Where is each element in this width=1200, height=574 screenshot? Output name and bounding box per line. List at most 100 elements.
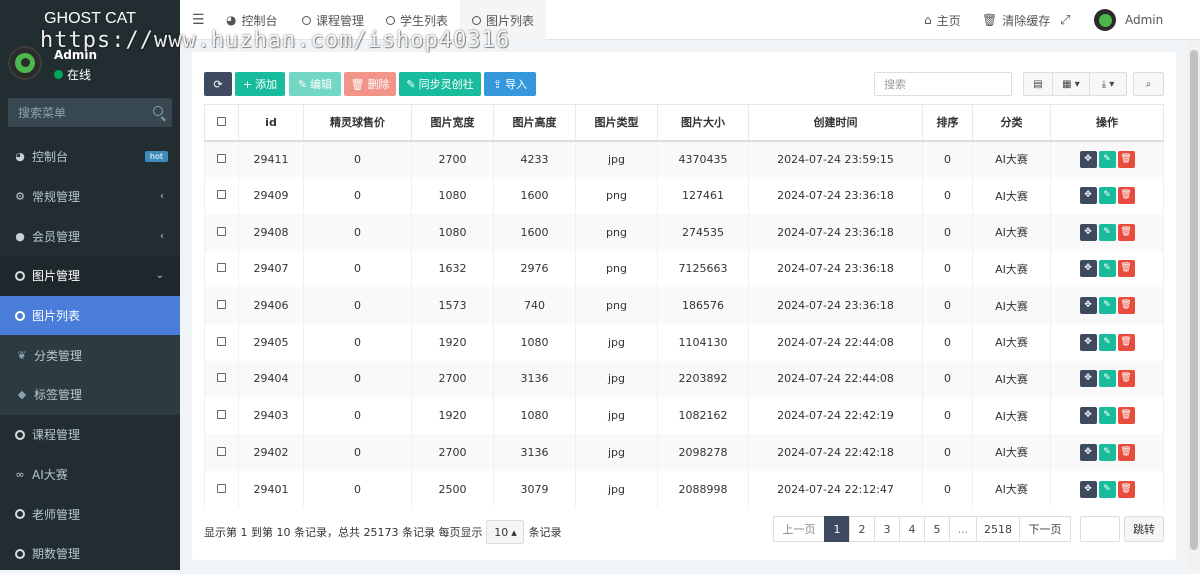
select-all-cell[interactable] — [204, 104, 239, 142]
drag-sort-icon[interactable]: ✥ — [1079, 260, 1097, 278]
row-select-cell[interactable] — [204, 434, 239, 471]
row-select-cell[interactable] — [204, 250, 239, 288]
sidebar-item-ai-contest[interactable]: ∞ AI大赛 — [0, 455, 180, 495]
sync-button[interactable]: ✎ 同步灵创社 — [399, 72, 481, 96]
row-delete-icon[interactable]: 🗑 — [1117, 223, 1135, 241]
table-row[interactable]: 29405 0 1920 1080 jpg 1104130 2024-07-24 22:44… — [204, 323, 1164, 361]
tab-courses[interactable]: 课程管理 — [302, 0, 364, 40]
row-edit-icon[interactable]: ✎ — [1098, 443, 1116, 461]
sidebar-item-teachers[interactable]: 老师管理 — [0, 494, 180, 534]
clear-cache-button[interactable]: 🗑 清除缓存 — [982, 0, 1050, 40]
row-select-cell[interactable] — [204, 397, 239, 434]
tab-image-list[interactable]: 图片列表 — [460, 0, 547, 40]
page-button[interactable]: 2 — [849, 516, 875, 542]
table-row[interactable]: 29409 0 1080 1600 png 127461 2024-07-24 23:36:… — [204, 177, 1164, 214]
row-delete-icon[interactable]: 🗑 — [1117, 480, 1135, 498]
tab-students[interactable]: 学生列表 — [386, 0, 448, 40]
row-edit-icon[interactable]: ✎ — [1098, 187, 1116, 205]
row-delete-icon[interactable]: 🗑 — [1117, 407, 1135, 425]
page-button[interactable]: 4 — [899, 516, 925, 542]
table-row[interactable]: 29402 0 2700 3136 jpg 2098278 2024-07-24 22:42… — [204, 434, 1164, 471]
scrollbar-thumb[interactable] — [1190, 50, 1198, 550]
row-select-cell[interactable] — [204, 140, 239, 178]
row-checkbox[interactable] — [217, 373, 226, 383]
row-edit-icon[interactable]: ✎ — [1098, 333, 1116, 351]
col-header[interactable]: 图片大小 — [657, 104, 749, 142]
sidebar-item-courses[interactable]: 课程管理 — [0, 415, 180, 455]
menu-toggle-icon[interactable]: ☰ — [192, 0, 205, 40]
row-checkbox[interactable] — [217, 410, 226, 420]
col-header[interactable]: 图片高度 — [493, 104, 576, 142]
table-row[interactable]: 29411 0 2700 4233 jpg 4370435 2024-07-24 23:59… — [204, 140, 1164, 178]
row-checkbox[interactable] — [217, 336, 226, 346]
sidebar-item-periods[interactable]: 期数管理 — [0, 534, 180, 574]
add-button[interactable]: + 添加 — [235, 72, 285, 96]
row-checkbox[interactable] — [217, 190, 226, 200]
row-delete-icon[interactable]: 🗑 — [1117, 443, 1135, 461]
drag-sort-icon[interactable]: ✥ — [1079, 407, 1097, 425]
drag-sort-icon[interactable]: ✥ — [1079, 223, 1097, 241]
row-select-cell[interactable] — [204, 287, 239, 324]
row-select-cell[interactable] — [204, 177, 239, 214]
drag-sort-icon[interactable]: ✥ — [1079, 150, 1097, 168]
home-link[interactable]: ⌂ 主页 — [924, 0, 961, 40]
advanced-search-button[interactable]: ⌕ — [1133, 72, 1164, 96]
jump-page-input[interactable] — [1080, 516, 1120, 542]
col-header[interactable]: 排序 — [922, 104, 973, 142]
toggle-view-button[interactable]: ▤ — [1023, 72, 1053, 96]
drag-sort-icon[interactable]: ✥ — [1079, 333, 1097, 351]
row-edit-icon[interactable]: ✎ — [1098, 260, 1116, 278]
row-checkbox[interactable] — [217, 226, 226, 236]
col-header[interactable]: 图片类型 — [575, 104, 658, 142]
admin-menu[interactable]: Admin — [1094, 0, 1163, 40]
table-row[interactable]: 29403 0 1920 1080 jpg 1082162 2024-07-24 22:42… — [204, 397, 1164, 434]
edit-button[interactable]: ✎ 编辑 — [289, 72, 341, 96]
export-button[interactable]: ⤓ ▾ — [1089, 72, 1127, 96]
import-button[interactable]: ⇪ 导入 — [484, 72, 536, 96]
delete-button[interactable]: 🗑 删除 — [344, 72, 396, 96]
col-header[interactable]: 分类 — [972, 104, 1051, 142]
table-search-input[interactable] — [875, 73, 1011, 95]
row-checkbox[interactable] — [217, 446, 226, 456]
search-icon[interactable] — [153, 106, 163, 116]
drag-sort-icon[interactable]: ✥ — [1079, 443, 1097, 461]
fullscreen-icon[interactable]: ⤢ — [1060, 0, 1070, 40]
sidebar-item-categories[interactable]: ❦ 分类管理 — [0, 335, 180, 376]
row-checkbox[interactable] — [217, 263, 226, 273]
row-edit-icon[interactable]: ✎ — [1098, 297, 1116, 315]
row-edit-icon[interactable]: ✎ — [1098, 370, 1116, 388]
refresh-button[interactable]: ⟳ — [204, 72, 232, 96]
row-select-cell[interactable] — [204, 213, 239, 251]
tab-dashboard[interactable]: ◕ 控制台 — [226, 0, 278, 40]
sidebar-item-members[interactable]: ● 会员管理 ‹ — [0, 216, 180, 256]
sidebar-item-images[interactable]: 图片管理 ⌄ — [0, 256, 180, 296]
page-button[interactable]: 3 — [874, 516, 900, 542]
row-delete-icon[interactable]: 🗑 — [1117, 187, 1135, 205]
next-page-button[interactable]: 下一页 — [1019, 516, 1071, 542]
row-delete-icon[interactable]: 🗑 — [1117, 297, 1135, 315]
page-size-select[interactable]: 10 ▴ — [486, 520, 525, 544]
jump-button[interactable]: 跳转 — [1124, 516, 1164, 542]
row-select-cell[interactable] — [204, 323, 239, 361]
table-row[interactable]: 29407 0 1632 2976 png 7125663 2024-07-24 23:36… — [204, 250, 1164, 288]
row-edit-icon[interactable]: ✎ — [1098, 223, 1116, 241]
row-delete-icon[interactable]: 🗑 — [1117, 260, 1135, 278]
prev-page-button[interactable]: 上一页 — [773, 516, 825, 542]
select-all-checkbox[interactable] — [217, 116, 226, 126]
page-button[interactable]: 1 — [824, 516, 850, 542]
col-header[interactable]: 创建时间 — [748, 104, 923, 142]
col-header[interactable]: id — [238, 104, 304, 142]
col-header[interactable]: 图片宽度 — [411, 104, 494, 142]
row-checkbox[interactable] — [217, 153, 226, 163]
table-row[interactable]: 29408 0 1080 1600 png 274535 2024-07-24 23:36:… — [204, 213, 1164, 251]
sidebar-item-dashboard[interactable]: ◕ 控制台 hot — [0, 137, 180, 177]
sidebar-item-image-list[interactable]: 图片列表 — [0, 295, 180, 336]
sidebar-item-tags[interactable]: ◆ 标签管理 — [0, 375, 180, 415]
table-row[interactable]: 29404 0 2700 3136 jpg 2203892 2024-07-24 22:44… — [204, 360, 1164, 398]
col-header[interactable]: 精灵球售价 — [303, 104, 412, 142]
sidebar-item-general[interactable]: ⚙ 常规管理 ‹ — [0, 177, 180, 217]
columns-button[interactable]: ▦ ▾ — [1052, 72, 1090, 96]
scrollbar[interactable] — [1188, 40, 1200, 570]
row-edit-icon[interactable]: ✎ — [1098, 480, 1116, 498]
row-delete-icon[interactable]: 🗑 — [1117, 370, 1135, 388]
